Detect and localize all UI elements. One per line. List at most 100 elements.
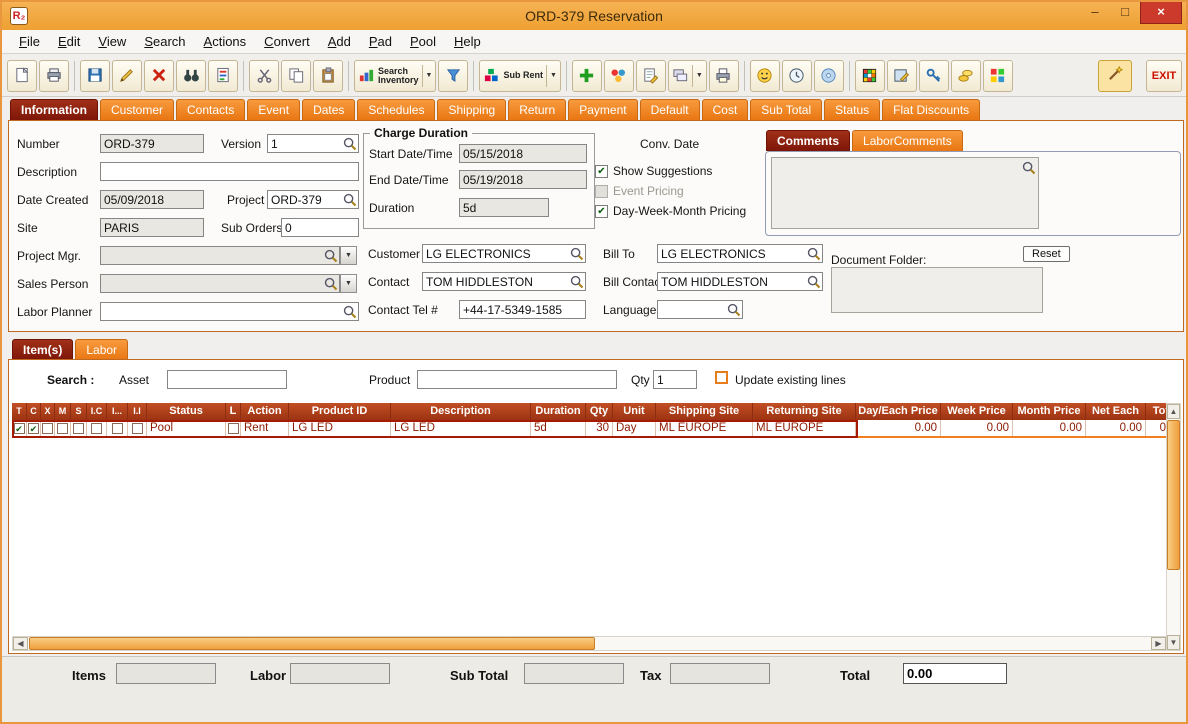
tab-status[interactable]: Status <box>824 99 881 120</box>
search-icon[interactable] <box>726 302 741 317</box>
reset-button[interactable]: Reset <box>1023 246 1070 262</box>
project-field[interactable] <box>267 190 359 209</box>
customer-field[interactable] <box>422 244 586 263</box>
maximize-button[interactable]: □ <box>1110 2 1140 24</box>
labor-planner-input[interactable] <box>102 304 342 319</box>
feedback-button[interactable] <box>749 59 780 92</box>
contact-tel-input[interactable] <box>461 302 584 317</box>
contact-tel-field[interactable] <box>459 300 586 319</box>
version-input[interactable] <box>269 136 342 151</box>
update-existing-lines-checkbox[interactable] <box>715 371 728 384</box>
version-field[interactable] <box>267 134 359 153</box>
day-week-month-pricing-checkbox[interactable]: ✔ <box>595 204 608 218</box>
event-pricing-checkbox[interactable] <box>595 184 608 198</box>
comments-textarea[interactable] <box>771 157 1039 229</box>
tab-flat-discounts[interactable]: Flat Discounts <box>882 99 981 120</box>
scroll-up-arrow[interactable]: ▲ <box>1167 404 1180 419</box>
menu-actions[interactable]: Actions <box>195 32 256 51</box>
description-input[interactable] <box>102 164 357 179</box>
add-line-button[interactable] <box>571 59 602 92</box>
menu-pad[interactable]: Pad <box>360 32 401 51</box>
date-created-field[interactable] <box>100 190 204 209</box>
search-icon[interactable] <box>342 304 357 319</box>
copy-button[interactable] <box>281 59 311 92</box>
key-button[interactable] <box>918 59 949 92</box>
sub-orders-field[interactable] <box>281 218 359 237</box>
notes-button[interactable] <box>886 59 917 92</box>
tab-comments[interactable]: Comments <box>766 130 851 151</box>
row-checkbox-s[interactable] <box>73 422 84 434</box>
project-input[interactable] <box>269 192 342 207</box>
tab-payment[interactable]: Payment <box>568 99 638 120</box>
customer-input[interactable] <box>424 246 569 261</box>
number-field[interactable] <box>100 134 204 153</box>
qty-input[interactable] <box>655 372 695 387</box>
edit-button[interactable] <box>112 59 142 92</box>
sub-rent-button[interactable]: Sub Rent ▼ <box>479 59 561 92</box>
tab-laborcomments[interactable]: LaborComments <box>852 130 963 151</box>
search-inventory-button[interactable]: Search Inventory ▼ <box>354 59 437 92</box>
sales-person-input[interactable] <box>102 276 323 291</box>
row-checkbox-x[interactable] <box>42 422 53 434</box>
bill-contact-input[interactable] <box>659 274 806 289</box>
magic-wand-button[interactable] <box>1098 59 1132 92</box>
qty-field[interactable] <box>653 370 697 389</box>
search-icon[interactable] <box>323 248 338 263</box>
tab-dates[interactable]: Dates <box>302 99 356 120</box>
row-checkbox-l[interactable] <box>227 422 239 434</box>
tab-contacts[interactable]: Contacts <box>176 99 246 120</box>
product-field[interactable] <box>417 370 617 389</box>
row-checkbox-i-[interactable] <box>111 422 123 434</box>
edit-note-button[interactable] <box>635 59 666 92</box>
project-mgr-dropdown[interactable]: ▼ <box>340 246 357 265</box>
tab-labor[interactable]: Labor <box>75 339 129 360</box>
row-checkbox-i-c[interactable] <box>91 422 102 434</box>
bill-to-input[interactable] <box>659 246 806 261</box>
sales-person-dropdown[interactable]: ▼ <box>340 274 357 293</box>
media-button[interactable] <box>813 59 844 92</box>
labor-planner-field[interactable] <box>100 302 359 321</box>
search-icon[interactable] <box>1021 160 1036 175</box>
search-icon[interactable] <box>806 274 821 289</box>
contact-field[interactable] <box>422 272 586 291</box>
tab-customer[interactable]: Customer <box>100 99 175 120</box>
history-button[interactable] <box>781 59 812 92</box>
menu-edit[interactable]: Edit <box>49 32 89 51</box>
search-icon[interactable] <box>323 276 338 291</box>
project-mgr-field[interactable] <box>100 246 340 265</box>
project-mgr-input[interactable] <box>102 248 323 263</box>
asset-field[interactable] <box>167 370 287 389</box>
cube-button[interactable] <box>854 59 885 92</box>
document-button[interactable] <box>208 59 238 92</box>
tab-return[interactable]: Return <box>508 99 567 120</box>
batch-button[interactable]: ▼ <box>667 59 707 92</box>
print-button[interactable] <box>39 59 69 92</box>
billing-button[interactable] <box>950 59 981 92</box>
bill-contact-field[interactable] <box>657 272 823 291</box>
site-field[interactable] <box>100 218 204 237</box>
sub-orders-input[interactable] <box>283 220 357 235</box>
asset-input[interactable] <box>169 372 285 387</box>
delete-button[interactable] <box>144 59 174 92</box>
fill-button[interactable] <box>438 59 469 92</box>
search-icon[interactable] <box>342 192 357 207</box>
search-icon[interactable] <box>569 274 584 289</box>
number-input[interactable] <box>102 136 202 151</box>
end-date-field[interactable] <box>459 170 587 189</box>
menu-view[interactable]: View <box>89 32 135 51</box>
date-created-input[interactable] <box>102 192 202 207</box>
start-date-input[interactable] <box>461 146 585 161</box>
search-icon[interactable] <box>569 246 584 261</box>
options-button[interactable] <box>603 59 634 92</box>
menu-add[interactable]: Add <box>319 32 360 51</box>
minimize-button[interactable]: – <box>1080 2 1110 24</box>
batch-button-dropdown[interactable]: ▼ <box>691 64 703 87</box>
sales-person-field[interactable] <box>100 274 340 293</box>
vertical-scroll-thumb[interactable] <box>1167 420 1180 570</box>
tab-information[interactable]: Information <box>10 99 98 120</box>
menu-pool[interactable]: Pool <box>401 32 445 51</box>
contact-input[interactable] <box>424 274 569 289</box>
menu-help[interactable]: Help <box>445 32 490 51</box>
sub-rent-button-dropdown[interactable]: ▼ <box>545 64 557 87</box>
scroll-right-arrow[interactable]: ▶ <box>1151 637 1166 650</box>
